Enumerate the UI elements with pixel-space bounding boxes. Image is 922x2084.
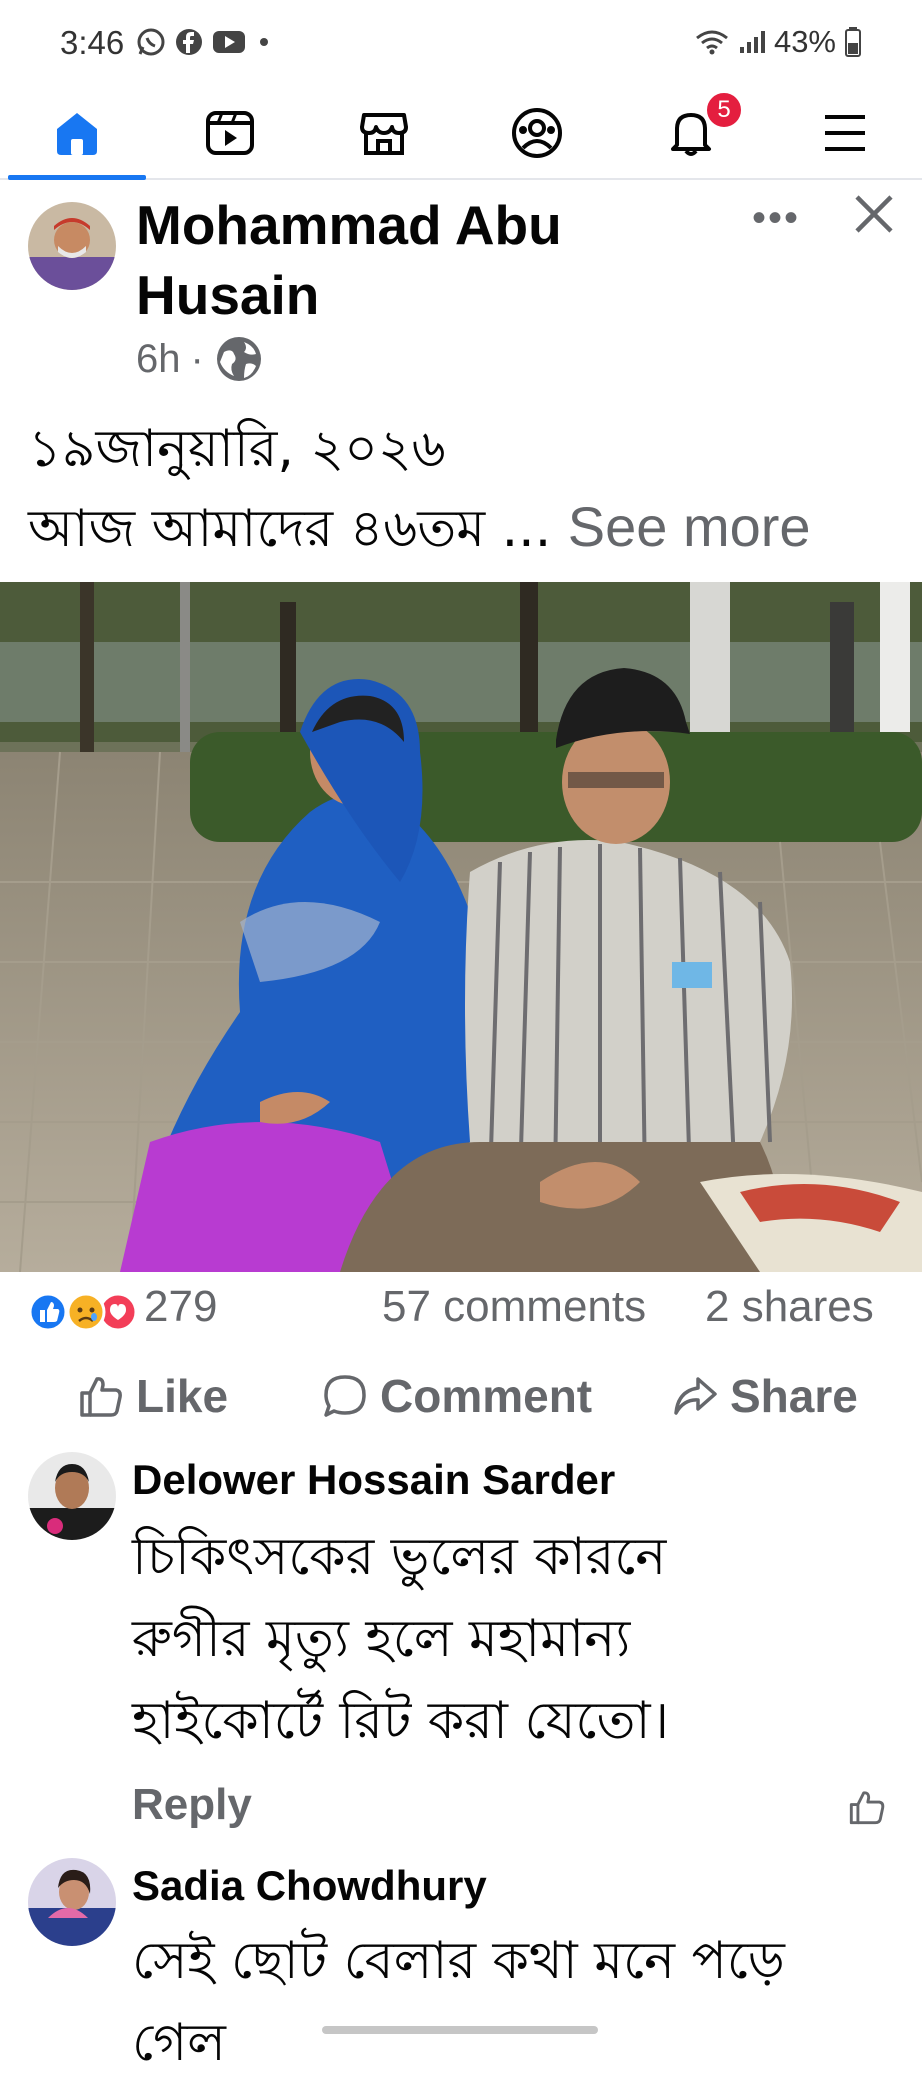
comments-count[interactable]: 57 comments <box>382 1282 646 1332</box>
youtube-icon <box>213 31 245 53</box>
menu-icon <box>824 115 865 151</box>
notification-badge: 5 <box>704 90 744 130</box>
comment-text-line-3: হাইকোর্টে রিট করা যেতো। <box>132 1691 670 1751</box>
commenter-name[interactable]: Sadia Chowdhury <box>132 1862 487 1910</box>
post-text-snippet: আজ আমাদের ৪৬তম ... <box>28 499 552 559</box>
wifi-icon <box>696 30 728 55</box>
share-button[interactable]: Share <box>672 1366 858 1426</box>
post-text-line-1: ১৯জানুয়ারি, ২০২৬ <box>28 419 446 479</box>
nav-menu[interactable] <box>768 88 921 178</box>
comment-text-line-1: চিকিৎসকের ভুলের কারনে <box>132 1527 667 1587</box>
close-icon <box>855 195 893 233</box>
like-button[interactable]: Like <box>78 1366 228 1426</box>
home-icon <box>56 113 97 155</box>
more-options-button[interactable]: ••• <box>752 196 800 241</box>
comment-text-line-2: রুগীর মৃত্যু হলে মহামান্য <box>132 1609 631 1669</box>
comment-button[interactable]: Comment <box>322 1366 592 1426</box>
commenter-name[interactable]: Delower Hossain Sarder <box>132 1456 615 1504</box>
signal-icon <box>739 31 765 53</box>
share-icon <box>674 1377 717 1415</box>
post-text-line-2: আজ আমাদের ৪৬তম ... See more <box>28 488 811 575</box>
facebook-icon <box>176 29 202 55</box>
shares-count[interactable]: 2 shares <box>705 1282 874 1332</box>
comment-icon <box>324 1375 366 1417</box>
meta-separator: · <box>190 336 204 381</box>
battery-percent: 43% <box>773 24 836 59</box>
nav-home[interactable] <box>0 88 153 180</box>
globe-icon <box>216 337 261 381</box>
top-navigation: 5 <box>0 88 922 180</box>
see-more-link[interactable]: See more <box>568 495 811 558</box>
reaction-count[interactable]: 279 <box>144 1282 217 1332</box>
status-app-icons <box>136 27 274 57</box>
author-name[interactable]: Mohammad Abu Husain <box>136 190 656 330</box>
comment-label: Comment <box>380 1370 593 1422</box>
comment-text-line-1: সেই ছোট বেলার কথা মনে পড়ে <box>132 1931 785 1991</box>
share-label: Share <box>730 1370 858 1422</box>
author-avatar[interactable] <box>28 202 116 290</box>
whatsapp-icon <box>137 28 165 56</box>
dot-icon <box>260 38 268 46</box>
status-right: 43% <box>694 24 862 60</box>
video-icon <box>205 111 254 155</box>
nav-active-indicator <box>8 175 146 180</box>
battery-icon <box>845 27 861 57</box>
post-meta: 6h · <box>136 334 264 384</box>
status-bar: 3:46 43% <box>0 0 922 88</box>
nav-marketplace[interactable] <box>307 88 460 178</box>
like-icon <box>849 1791 885 1825</box>
like-label: Like <box>136 1370 229 1422</box>
close-button[interactable] <box>852 192 896 241</box>
nav-video[interactable] <box>153 88 306 178</box>
nav-notifications[interactable]: 5 <box>614 88 767 178</box>
marketplace-icon <box>359 113 408 155</box>
nav-profile[interactable] <box>460 88 613 178</box>
commenter-avatar[interactable] <box>28 1858 116 1946</box>
profile-icon <box>511 108 562 158</box>
post-time[interactable]: 6h <box>136 337 181 382</box>
post-photo[interactable] <box>0 582 922 1272</box>
comment-like-button[interactable] <box>848 1788 886 1831</box>
comment-text-line-2: গেল <box>132 2013 226 2073</box>
status-time: 3:46 <box>60 24 125 61</box>
reply-button[interactable]: Reply <box>132 1780 252 1830</box>
commenter-avatar[interactable] <box>28 1452 116 1540</box>
like-icon <box>80 1377 122 1417</box>
reaction-icons[interactable] <box>26 1290 138 1334</box>
home-indicator[interactable] <box>322 2026 598 2034</box>
